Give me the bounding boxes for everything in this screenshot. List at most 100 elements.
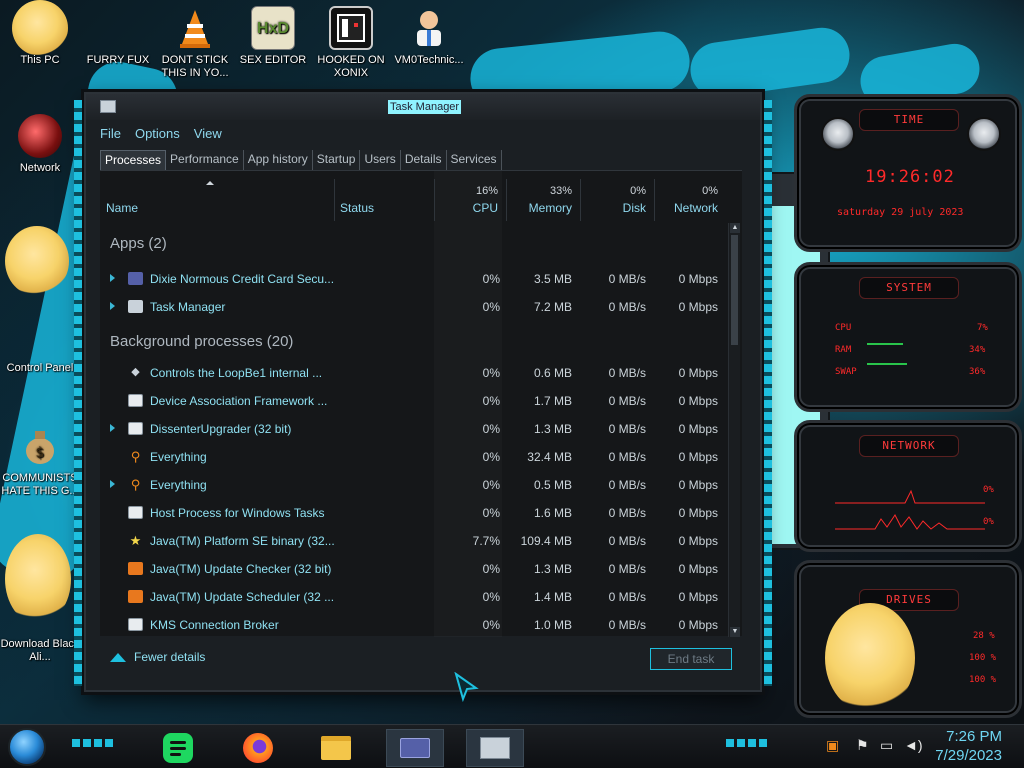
- gadget-title: TIME: [859, 109, 959, 131]
- taskbar-decoration: [72, 739, 114, 747]
- table-row[interactable]: Device Association Framework ... 0% 1.7 …: [100, 387, 726, 415]
- network-value: 0 Mbps: [678, 590, 718, 604]
- start-button[interactable]: [8, 728, 46, 766]
- desktop-icon-recycle-bin[interactable]: [0, 226, 80, 310]
- table-row[interactable]: Task Manager 0% 7.2 MB 0 MB/s 0 Mbps: [100, 293, 726, 321]
- table-row[interactable]: Java(TM) Update Scheduler (32 ... 0% 1.4…: [100, 583, 726, 611]
- column-header-name[interactable]: Name: [100, 171, 334, 221]
- expand-arrow-icon[interactable]: [110, 424, 115, 432]
- desktop-icon-network[interactable]: Network: [0, 114, 80, 175]
- expand-arrow-icon[interactable]: [110, 274, 115, 282]
- scrollbar-thumb[interactable]: [731, 235, 738, 345]
- network-tray-icon[interactable]: ▭: [880, 737, 893, 754]
- gadget-cpu-value: 7%: [977, 323, 988, 333]
- java-tray-icon[interactable]: ▣: [826, 737, 839, 754]
- svg-text:$: $: [36, 445, 45, 461]
- table-row[interactable]: ⚲ Everything 0% 32.4 MB 0 MB/s 0 Mbps: [100, 443, 726, 471]
- alien-head-icon: [821, 117, 855, 151]
- volume-icon[interactable]: ◄): [904, 737, 923, 753]
- desktop-icon-download-black-ali[interactable]: Download Black Ali...: [0, 534, 80, 664]
- arrow-up-icon: [110, 652, 126, 662]
- tab-app-history[interactable]: App history: [243, 150, 313, 170]
- desktop-icon-furry-fux[interactable]: FURRY FUX: [78, 6, 158, 67]
- desktop-icon-this-pc[interactable]: This PC: [0, 0, 80, 67]
- taskbar-clock-time[interactable]: 7:26 PM: [946, 728, 1002, 745]
- desktop-icon-vm0technic[interactable]: VM0Technic...: [389, 6, 469, 67]
- table-row[interactable]: DissenterUpgrader (32 bit) 0% 1.3 MB 0 M…: [100, 415, 726, 443]
- character-icon: [5, 534, 75, 634]
- column-header-memory[interactable]: 33% Memory: [506, 171, 580, 221]
- network-value: 0 Mbps: [678, 450, 718, 464]
- scroll-up-icon[interactable]: ▲: [730, 223, 740, 233]
- column-header-network[interactable]: 0% Network: [654, 171, 726, 221]
- character-icon: [12, 0, 68, 56]
- gadget-ram-value: 34%: [969, 345, 986, 355]
- tab-processes[interactable]: Processes: [100, 150, 167, 170]
- expand-arrow-icon[interactable]: [110, 302, 115, 310]
- column-header-cpu[interactable]: 16% CPU: [434, 171, 506, 221]
- desktop-icon-communists[interactable]: $ COMMUNISTS HATE THIS G...: [0, 424, 80, 498]
- column-header-status[interactable]: Status: [334, 171, 434, 221]
- network-total: 0%: [702, 185, 718, 197]
- memory-value: 109.4 MB: [520, 534, 572, 548]
- task-manager-window[interactable]: Task Manager File Options View Processes…: [74, 92, 772, 692]
- network-graph: [835, 489, 985, 530]
- process-name: Device Association Framework ...: [150, 394, 328, 408]
- group-header-background[interactable]: Background processes (20): [100, 321, 726, 359]
- table-row[interactable]: Java(TM) Update Checker (32 bit) 0% 1.3 …: [100, 555, 726, 583]
- tab-details[interactable]: Details: [400, 150, 447, 170]
- spotify-icon[interactable]: [156, 729, 200, 767]
- table-row[interactable]: KMS Connection Broker 0% 1.0 MB 0 MB/s 0…: [100, 611, 726, 637]
- desktop-icon-control-panel[interactable]: Control Panel: [0, 314, 80, 375]
- file-explorer-icon[interactable]: [314, 729, 358, 767]
- table-row[interactable]: ◆ Controls the LoopBe1 internal ... 0% 0…: [100, 359, 726, 387]
- menu-options[interactable]: Options: [135, 126, 180, 141]
- disk-value: 0 MB/s: [608, 478, 646, 492]
- cpu-total: 16%: [475, 185, 498, 197]
- menu-view[interactable]: View: [194, 126, 222, 141]
- table-row[interactable]: ★ Java(TM) Platform SE binary (32... 7.7…: [100, 527, 726, 555]
- card-app-icon[interactable]: [386, 729, 444, 767]
- desktop-icon-hooked-on-xonix[interactable]: HOOKED ON XONIX: [311, 6, 391, 80]
- fewer-details-button[interactable]: Fewer details: [110, 650, 205, 664]
- money-bag-icon: $: [18, 424, 62, 468]
- desktop-icon-dont-stick[interactable]: DONT STICK THIS IN YO...: [155, 6, 235, 80]
- group-header-apps[interactable]: Apps (2): [100, 223, 726, 265]
- table-row[interactable]: ⚲ Everything 0% 0.5 MB 0 MB/s 0 Mbps: [100, 471, 726, 499]
- task-manager-icon[interactable]: [466, 729, 524, 767]
- taskbar-clock-date[interactable]: 7/29/2023: [935, 747, 1002, 764]
- tab-performance[interactable]: Performance: [166, 150, 244, 170]
- cpu-value: 0%: [482, 394, 500, 408]
- scroll-down-icon[interactable]: ▼: [730, 627, 740, 637]
- cpu-value: 0%: [482, 366, 500, 380]
- desktop-icon-sex-editor[interactable]: HxD SEX EDITOR: [233, 6, 313, 67]
- tab-users[interactable]: Users: [360, 150, 401, 170]
- expand-arrow-icon[interactable]: [110, 480, 115, 488]
- star-icon: ★: [129, 533, 142, 548]
- gadget-swap-bar: [867, 363, 907, 365]
- table-row[interactable]: Host Process for Windows Tasks 0% 1.6 MB…: [100, 499, 726, 527]
- firefox-icon[interactable]: [236, 729, 280, 767]
- vertical-scrollbar[interactable]: ▲ ▼: [728, 223, 740, 637]
- end-task-button[interactable]: End task: [650, 648, 732, 670]
- menu-file[interactable]: File: [100, 126, 121, 141]
- process-name: Controls the LoopBe1 internal ...: [150, 366, 323, 380]
- doctor-icon: [407, 6, 451, 50]
- table-row[interactable]: Dixie Normous Credit Card Secu... 0% 3.5…: [100, 265, 726, 293]
- flag-icon[interactable]: ⚑: [856, 737, 869, 754]
- column-label: Status: [340, 201, 375, 215]
- blank-file-icon: [96, 6, 140, 50]
- network-gadget: NETWORK 0% 0%: [794, 420, 1022, 552]
- disk-value: 0 MB/s: [608, 272, 646, 286]
- magnifier-icon: ⚲: [130, 449, 141, 464]
- cpu-value: 0%: [482, 478, 500, 492]
- tab-startup[interactable]: Startup: [312, 150, 361, 170]
- process-name: Java(TM) Update Scheduler (32 ...: [150, 590, 335, 604]
- tab-services[interactable]: Services: [446, 150, 502, 170]
- network-value: 0 Mbps: [678, 506, 718, 520]
- network-value: 0 Mbps: [678, 478, 718, 492]
- column-header-disk[interactable]: 0% Disk: [580, 171, 654, 221]
- gadget-title: SYSTEM: [859, 277, 959, 299]
- process-name: KMS Connection Broker: [150, 618, 279, 632]
- title-bar[interactable]: Task Manager: [86, 94, 760, 120]
